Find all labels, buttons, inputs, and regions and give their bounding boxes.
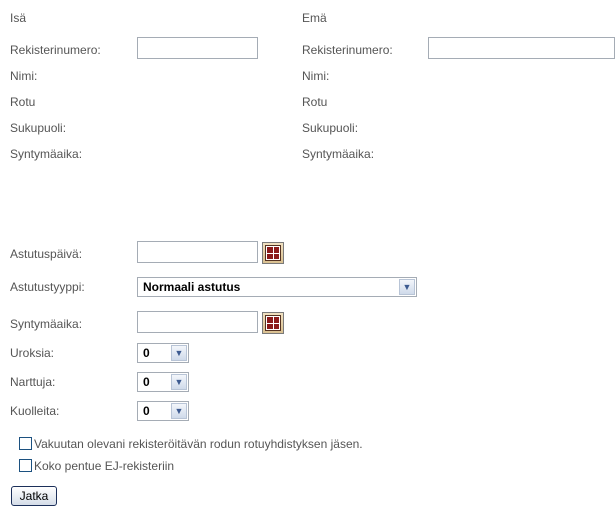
dam-heading: Emä (302, 11, 327, 25)
calendar-icon (265, 315, 281, 331)
mating-type-select[interactable]: Normaali astutus ▼ (137, 277, 417, 297)
dam-reg-input[interactable] (428, 37, 615, 59)
member-checkbox-label: Vakuutan olevani rekisteröitävän rodun r… (34, 437, 363, 451)
dead-label: Kuolleita: (10, 404, 60, 418)
mating-date-input[interactable] (137, 241, 258, 263)
ej-register-checkbox-label: Koko pentue EJ-rekisteriin (34, 459, 175, 473)
males-label: Uroksia: (10, 346, 55, 360)
calendar-icon (265, 245, 281, 261)
litter-birth-label: Syntymäaika: (10, 317, 83, 331)
sire-breed-label: Rotu (10, 95, 36, 109)
dam-name-label: Nimi: (302, 69, 330, 83)
sire-reg-input[interactable] (137, 37, 258, 59)
mating-date-calendar-button[interactable] (262, 242, 284, 264)
dam-birth-label: Syntymäaika: (302, 147, 375, 161)
sire-birth-label: Syntymäaika: (10, 147, 83, 161)
litter-birth-calendar-button[interactable] (262, 312, 284, 334)
ej-register-checkbox[interactable] (19, 459, 32, 472)
dam-reg-label: Rekisterinumero: (302, 43, 393, 57)
dead-value: 0 (143, 404, 150, 418)
sire-name-label: Nimi: (10, 69, 38, 83)
mating-type-value: Normaali astutus (143, 280, 241, 294)
litter-birth-input[interactable] (137, 311, 258, 333)
females-select[interactable]: 0 ▼ (137, 372, 189, 392)
dam-breed-label: Rotu (302, 95, 328, 109)
dam-sex-label: Sukupuoli: (302, 121, 359, 135)
females-label: Narttuja: (10, 375, 56, 389)
chevron-down-icon: ▼ (171, 403, 187, 419)
sire-heading: Isä (10, 11, 27, 25)
dead-select[interactable]: 0 ▼ (137, 401, 189, 421)
mating-date-label: Astutuspäivä: (10, 247, 83, 261)
chevron-down-icon: ▼ (171, 345, 187, 361)
males-select[interactable]: 0 ▼ (137, 343, 189, 363)
males-value: 0 (143, 346, 150, 360)
sire-sex-label: Sukupuoli: (10, 121, 67, 135)
chevron-down-icon: ▼ (399, 279, 415, 295)
member-checkbox[interactable] (19, 437, 32, 450)
sire-reg-label: Rekisterinumero: (10, 43, 101, 57)
mating-type-label: Astutustyyppi: (10, 280, 85, 294)
continue-button[interactable]: Jatka (11, 486, 57, 506)
chevron-down-icon: ▼ (171, 374, 187, 390)
females-value: 0 (143, 375, 150, 389)
